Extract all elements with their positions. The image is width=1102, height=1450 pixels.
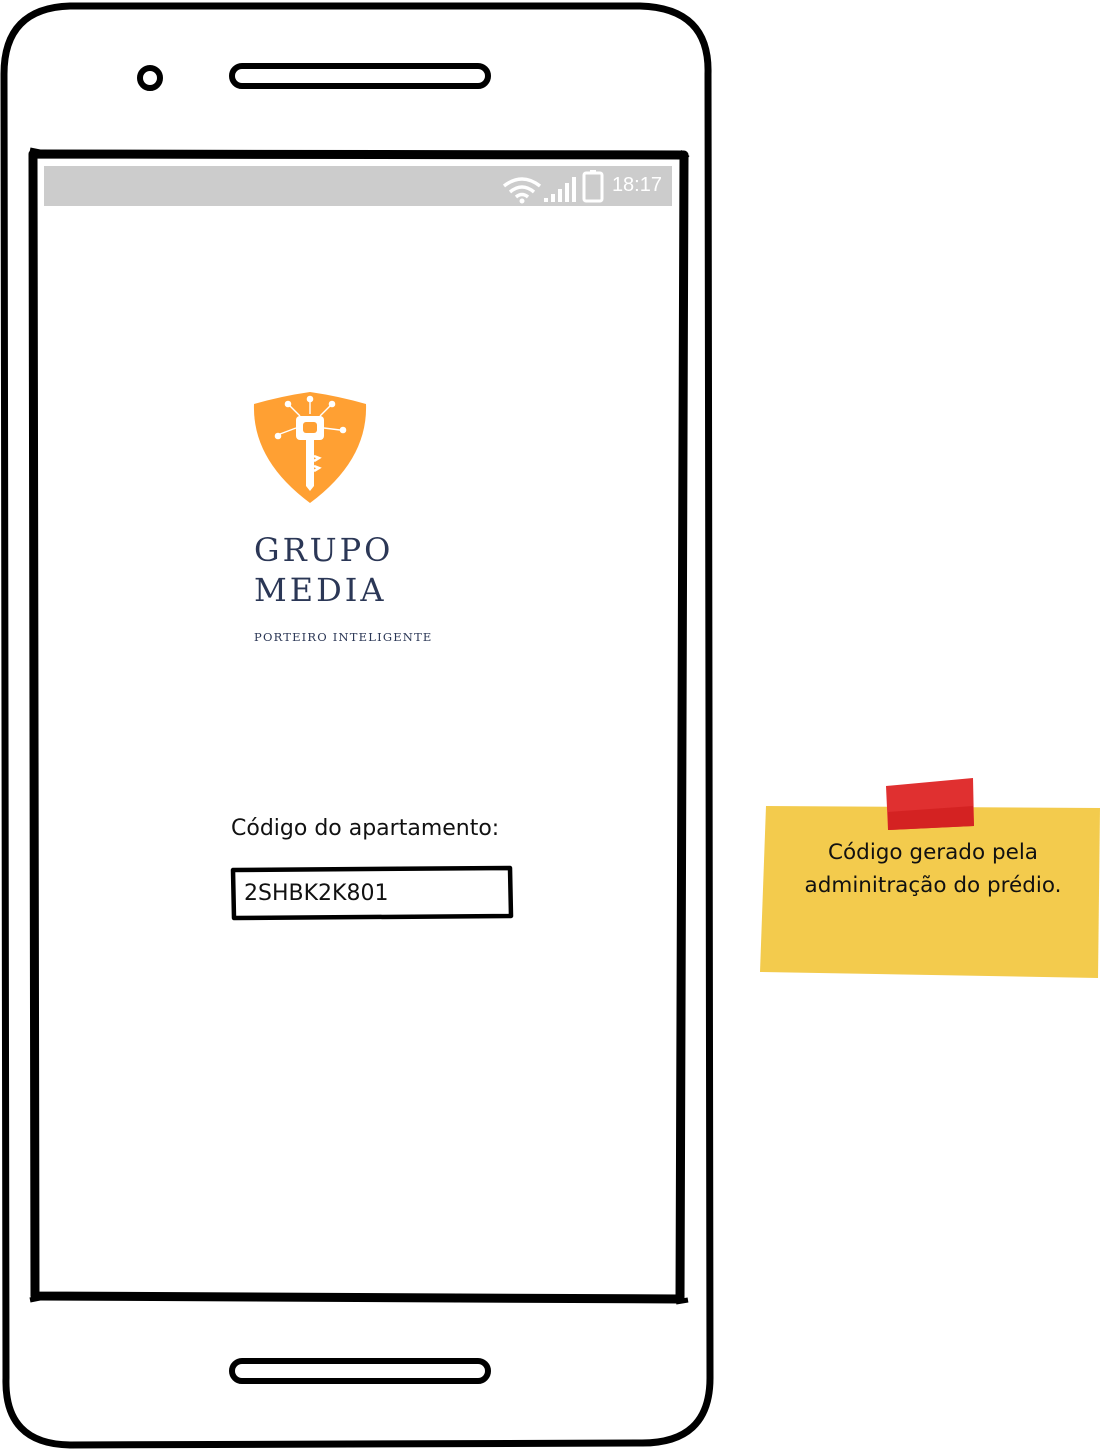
signal-icon (544, 177, 576, 202)
brand-name-line2: MEDIA (254, 571, 387, 609)
battery-icon (582, 170, 604, 203)
apartment-code-label: Código do apartamento: (231, 816, 500, 841)
phone-device-frame (0, 2, 714, 1449)
shield-key-logo-icon (253, 392, 367, 503)
apartment-code-input[interactable] (232, 868, 510, 918)
brand-name-line1: GRUPO (254, 531, 394, 569)
brand-tagline: PORTEIRO INTELIGENTE (254, 630, 433, 644)
wifi-icon (502, 177, 542, 204)
sticky-note-text: Código gerado pela adminitração do prédi… (804, 840, 1062, 898)
status-icons (502, 170, 604, 204)
status-time: 18:17 (611, 174, 662, 196)
status-bar: 18:17 (44, 166, 672, 206)
